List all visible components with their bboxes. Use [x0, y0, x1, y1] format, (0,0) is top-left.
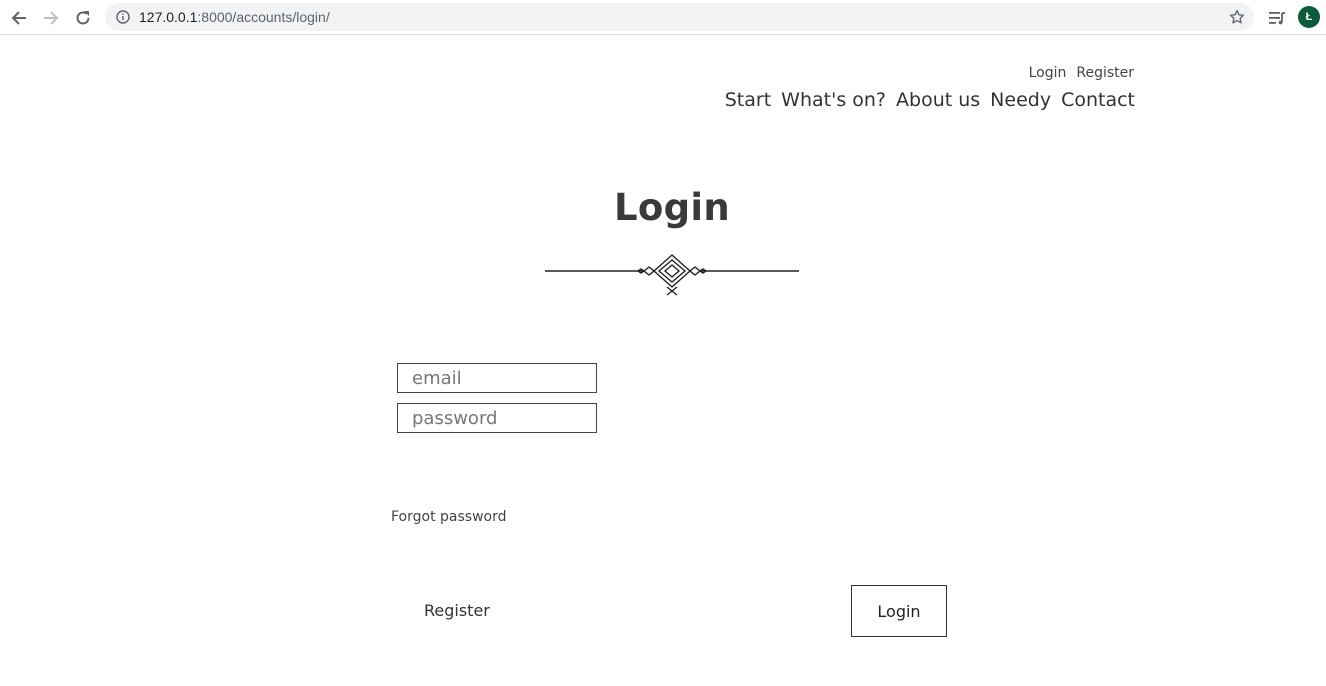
register-link[interactable]: Register [424, 601, 490, 620]
nav-item-start[interactable]: Start [725, 89, 771, 111]
star-icon[interactable] [1228, 8, 1246, 26]
forward-arrow-icon[interactable] [39, 6, 63, 30]
page-title: Login [613, 186, 730, 229]
auth-links: Login Register [1029, 65, 1134, 81]
header-login-link[interactable]: Login [1029, 65, 1067, 81]
main-navigation: Start What's on? About us Needy Contact [725, 89, 1135, 111]
email-field[interactable] [397, 363, 597, 393]
playlist-icon[interactable] [1266, 7, 1288, 29]
browser-toolbar: 127.0.0.1:8000/accounts/login/ Ł [0, 0, 1326, 35]
url-text[interactable]: 127.0.0.1:8000/accounts/login/ [139, 9, 330, 25]
nav-item-about-us[interactable]: About us [896, 89, 980, 111]
reload-icon[interactable] [71, 6, 95, 30]
url-path: :8000/accounts/login/ [197, 9, 330, 25]
login-button[interactable]: Login [851, 585, 947, 637]
url-host: 127.0.0.1 [139, 9, 198, 25]
info-icon[interactable] [115, 9, 131, 25]
header-register-link[interactable]: Register [1076, 65, 1134, 81]
profile-avatar[interactable]: Ł [1298, 6, 1320, 28]
address-bar[interactable]: 127.0.0.1:8000/accounts/login/ [105, 3, 1254, 31]
nav-item-whats-on[interactable]: What's on? [781, 89, 886, 111]
password-field[interactable] [397, 403, 597, 433]
nav-item-contact[interactable]: Contact [1061, 89, 1135, 111]
nav-item-needy[interactable]: Needy [990, 89, 1051, 111]
back-arrow-icon[interactable] [7, 6, 31, 30]
ornament-divider-icon [544, 253, 800, 297]
forgot-password-link[interactable]: Forgot password [391, 509, 507, 525]
